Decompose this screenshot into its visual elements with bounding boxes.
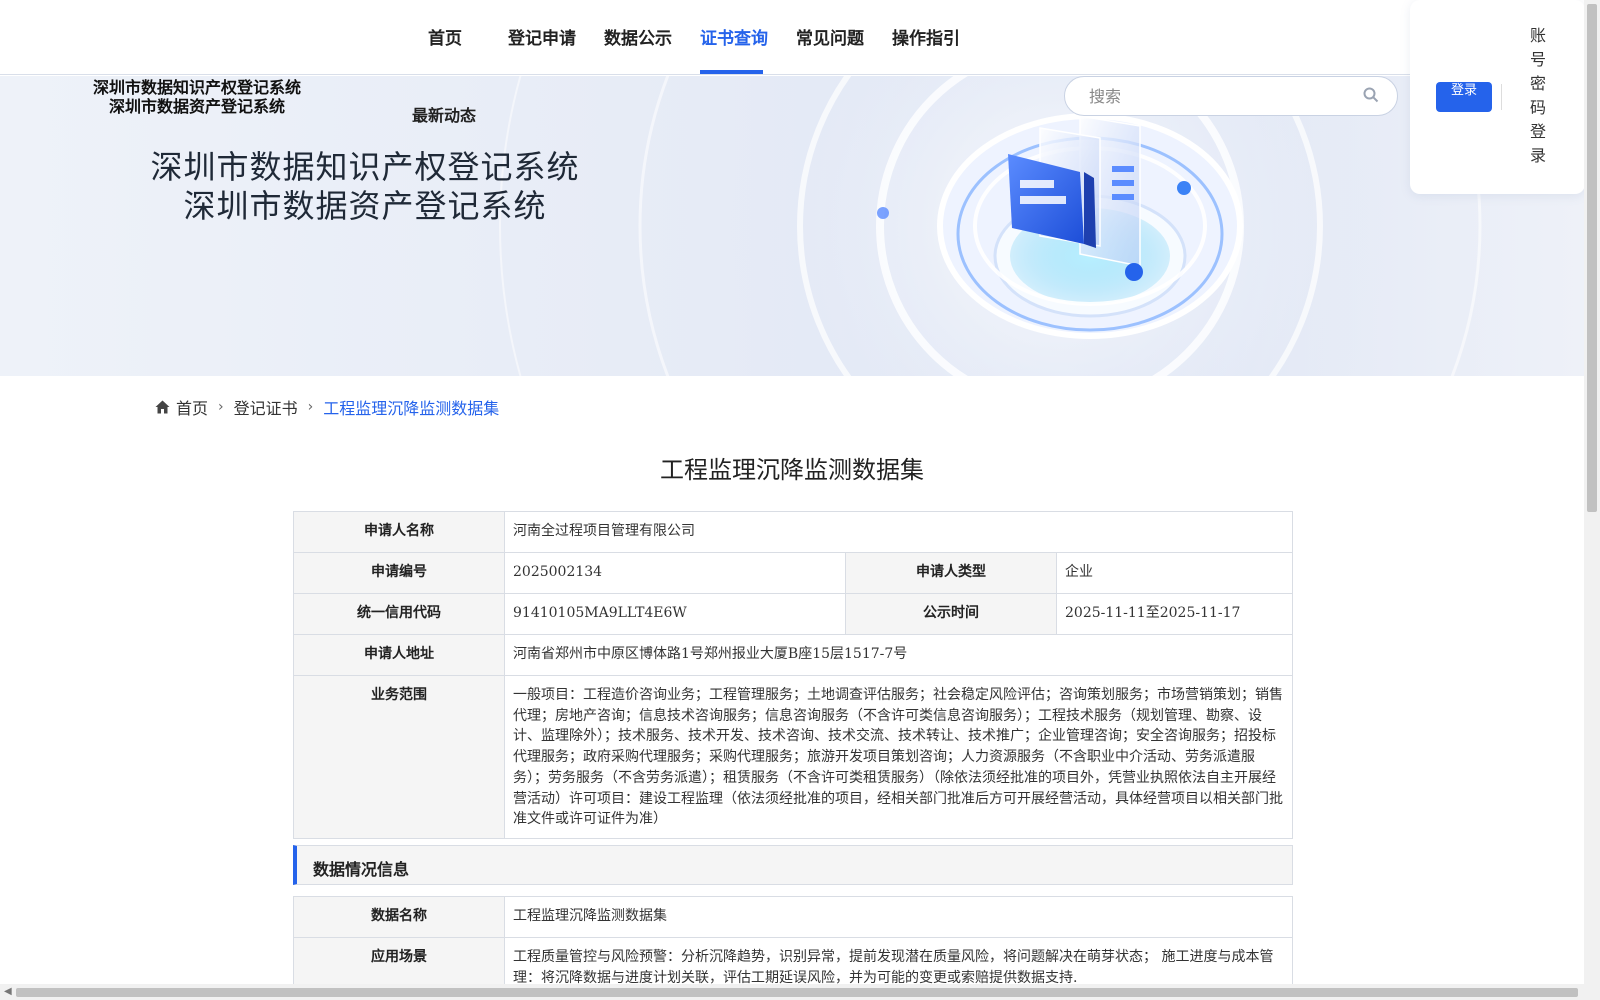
banner-title-line-2: 深圳市数据资产登记系统	[183, 187, 547, 225]
table-row: 统一信用代码 91410105MA9LLT4E6W 公示时间 2025-11-1…	[293, 593, 1293, 635]
site-logo[interactable]: 深圳市数据知识产权登记系统 深圳市数据资产登记系统	[92, 78, 302, 116]
top-navigation: 首页 登记申请 数据公示 证书查询 常见问题 操作指引	[0, 0, 1584, 75]
data-info-table: 数据名称 工程监理沉降监测数据集 应用场景 工程质量管控与风险预警：分析沉降趋势…	[293, 896, 1293, 998]
search-icon[interactable]	[1363, 87, 1379, 103]
breadcrumb: 首页 › 登记证书 › 工程监理沉降监测数据集	[155, 395, 499, 419]
publicity-time-value: 2025-11-11至2025-11-17	[1056, 593, 1293, 635]
page: 深圳市数据知识产权登记系统 深圳市数据资产登记系统 最新动态 深圳市数据知识产权…	[0, 0, 1600, 1000]
table-row: 申请编号 2025002134 申请人类型 企业	[293, 552, 1293, 594]
nav-item-home[interactable]: 首页	[428, 24, 462, 49]
nav-item-guide[interactable]: 操作指引	[892, 24, 960, 49]
logo-line-2: 深圳市数据资产登记系统	[108, 97, 285, 116]
credit-code-value: 91410105MA9LLT4E6W	[504, 593, 846, 635]
nav-item-certificate-query[interactable]: 证书查询	[700, 24, 768, 49]
table-label: 申请编号	[293, 552, 505, 594]
scrollbar-thumb[interactable]	[16, 988, 1578, 997]
horizontal-scrollbar[interactable]: ◀	[0, 984, 1584, 1000]
latest-news-link[interactable]: 最新动态	[412, 102, 476, 126]
hero-banner: 深圳市数据知识产权登记系统 深圳市数据资产登记系统 最新动态 深圳市数据知识产权…	[0, 76, 1584, 376]
breadcrumb-home[interactable]: 首页	[176, 395, 208, 419]
logo-line-1: 深圳市数据知识产权登记系统	[92, 78, 301, 97]
search-box	[1064, 76, 1398, 116]
table-label: 统一信用代码	[293, 593, 505, 635]
table-label: 公示时间	[845, 593, 1057, 635]
login-divider	[1501, 84, 1502, 110]
breadcrumb-current: 工程监理沉降监测数据集	[323, 399, 500, 418]
vertical-scrollbar[interactable]	[1584, 0, 1600, 1000]
home-icon[interactable]	[155, 400, 170, 414]
table-label: 数据名称	[293, 896, 505, 938]
login-panel: 登录 账号密码登录	[1410, 0, 1585, 194]
business-scope-value: 一般项目：工程造价咨询业务；工程管理服务；土地调查评估服务；社会稳定风险评估；咨…	[504, 675, 1293, 839]
nav-item-registration[interactable]: 登记申请	[508, 24, 576, 49]
nav-item-faq[interactable]: 常见问题	[796, 24, 864, 49]
scrollbar-thumb[interactable]	[1587, 4, 1597, 512]
data-info-section-header: 数据情况信息	[293, 845, 1293, 885]
banner-title-line-1: 深圳市数据知识产权登记系统	[150, 148, 580, 186]
breadcrumb-certificates[interactable]: 登记证书	[234, 395, 298, 419]
applicant-address-value: 河南省郑州市中原区博体路1号郑州报业大厦B座15层1517-7号	[504, 634, 1293, 676]
nav-item-data-publicity[interactable]: 数据公示	[604, 24, 672, 49]
page-title: 工程监理沉降监测数据集	[660, 456, 924, 484]
table-row: 申请人地址 河南省郑州市中原区博体路1号郑州报业大厦B座15层1517-7号	[293, 634, 1293, 676]
login-button[interactable]: 登录	[1436, 82, 1492, 112]
banner-illustration	[499, 76, 1482, 376]
applicant-type-value: 企业	[1056, 552, 1293, 594]
table-label: 申请人地址	[293, 634, 505, 676]
table-label: 申请人名称	[293, 511, 505, 553]
table-row: 业务范围 一般项目：工程造价咨询业务；工程管理服务；土地调查评估服务；社会稳定风…	[293, 675, 1293, 839]
scroll-left-icon[interactable]: ◀	[4, 986, 12, 997]
table-row: 数据名称 工程监理沉降监测数据集	[293, 896, 1293, 938]
application-number-value: 2025002134	[504, 552, 846, 594]
applicant-info-table: 申请人名称 河南全过程项目管理有限公司 申请编号 2025002134 申请人类…	[293, 511, 1293, 839]
search-input[interactable]	[1089, 85, 1349, 107]
password-login-link[interactable]: 账号密码登录	[1529, 24, 1547, 168]
table-label: 业务范围	[293, 675, 505, 839]
chevron-right-icon: ›	[307, 399, 314, 415]
table-row: 申请人名称 河南全过程项目管理有限公司	[293, 511, 1293, 553]
banner-title: 深圳市数据知识产权登记系统 深圳市数据资产登记系统	[150, 148, 580, 226]
applicant-name-value: 河南全过程项目管理有限公司	[504, 511, 1293, 553]
data-name-value: 工程监理沉降监测数据集	[504, 896, 1293, 938]
chevron-right-icon: ›	[218, 399, 224, 415]
nav-active-indicator	[700, 70, 763, 74]
table-label: 申请人类型	[845, 552, 1057, 594]
